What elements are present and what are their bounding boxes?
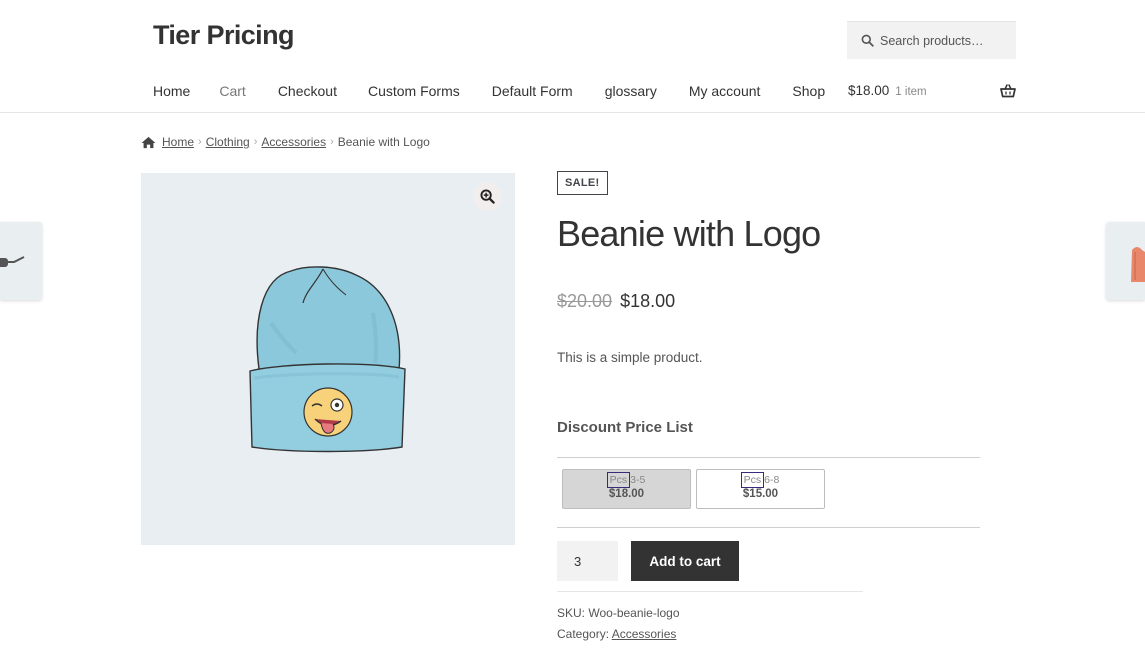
meta-divider — [557, 591, 863, 592]
sunglasses-thumbnail — [0, 256, 25, 267]
product-image[interactable] — [141, 173, 515, 545]
nav-item-shop[interactable]: Shop — [792, 83, 825, 99]
next-product-link[interactable] — [1106, 222, 1145, 300]
product-description: This is a simple product. — [557, 350, 703, 365]
category-label: Category: — [557, 627, 610, 641]
nav-item-glossary[interactable]: glossary — [605, 83, 657, 99]
site-title[interactable]: Tier Pricing — [153, 20, 294, 51]
breadcrumb-accessories[interactable]: Accessories — [261, 135, 326, 149]
sku-label: SKU: — [557, 606, 586, 620]
header-cart[interactable]: $18.00 1 item — [848, 83, 927, 98]
nav-item-home[interactable]: Home — [153, 83, 190, 99]
nav-item-checkout[interactable]: Checkout — [278, 83, 337, 99]
tier-option[interactable]: Pcs 6-8 $15.00 — [696, 469, 825, 509]
discount-top-divider — [557, 457, 980, 458]
breadcrumb-current: Beanie with Logo — [337, 135, 430, 149]
cart-count: 1 item — [895, 86, 927, 98]
zoom-button[interactable] — [473, 182, 502, 211]
tier-option[interactable]: Pcs 3-5 $18.00 — [562, 469, 691, 509]
hoodie-thumbnail — [1131, 247, 1145, 282]
breadcrumb: Home › Clothing › Accessories › Beanie w… — [141, 135, 430, 149]
sale-price: $18.00 — [620, 291, 676, 311]
breadcrumb-separator: › — [330, 136, 334, 148]
add-to-cart-button[interactable]: Add to cart — [631, 541, 739, 581]
search-icon — [861, 34, 874, 47]
nav-item-my-account[interactable]: My account — [689, 83, 761, 99]
breadcrumb-clothing[interactable]: Clothing — [206, 135, 250, 149]
beanie-image — [249, 266, 406, 453]
product-price: $20.00 $18.00 — [557, 291, 675, 312]
nav-item-default-form[interactable]: Default Form — [492, 83, 573, 99]
previous-product-link[interactable] — [0, 222, 42, 300]
quantity-input[interactable] — [557, 541, 618, 581]
sale-badge: SALE! — [557, 171, 608, 195]
search-input[interactable] — [880, 33, 1010, 48]
original-price: $20.00 — [557, 291, 613, 311]
tier-unit: Pcs — [606, 472, 631, 488]
header-divider — [0, 112, 1145, 113]
nav-item-cart[interactable]: Cart — [219, 83, 245, 99]
tier-range: 3-5 — [630, 474, 646, 486]
discount-list-title: Discount Price List — [557, 419, 693, 436]
tier-quantity: Pcs 6-8 — [697, 472, 824, 488]
basket-icon[interactable] — [1000, 84, 1016, 98]
product-category: Category: Accessories — [557, 627, 676, 641]
nav-item-custom-forms[interactable]: Custom Forms — [368, 83, 460, 99]
primary-nav: Home Cart Checkout Custom Forms Default … — [153, 83, 825, 99]
search-box[interactable] — [847, 21, 1016, 59]
discount-bottom-divider — [557, 527, 980, 528]
tier-price: $18.00 — [608, 488, 645, 500]
tier-unit: Pcs — [740, 472, 765, 488]
home-icon — [141, 136, 156, 148]
cart-total: $18.00 — [848, 83, 890, 98]
zoom-in-icon — [480, 189, 495, 204]
breadcrumb-separator: › — [198, 136, 202, 148]
product-sku: SKU: Woo-beanie-logo — [557, 606, 680, 620]
tier-price: $15.00 — [742, 488, 779, 500]
breadcrumb-home[interactable]: Home — [162, 135, 194, 149]
tier-quantity: Pcs 3-5 — [563, 472, 690, 488]
product-title: Beanie with Logo — [557, 213, 821, 254]
category-link[interactable]: Accessories — [612, 627, 677, 641]
tier-range: 6-8 — [764, 474, 780, 486]
sku-value: Woo-beanie-logo — [588, 606, 680, 620]
breadcrumb-separator: › — [253, 136, 258, 148]
